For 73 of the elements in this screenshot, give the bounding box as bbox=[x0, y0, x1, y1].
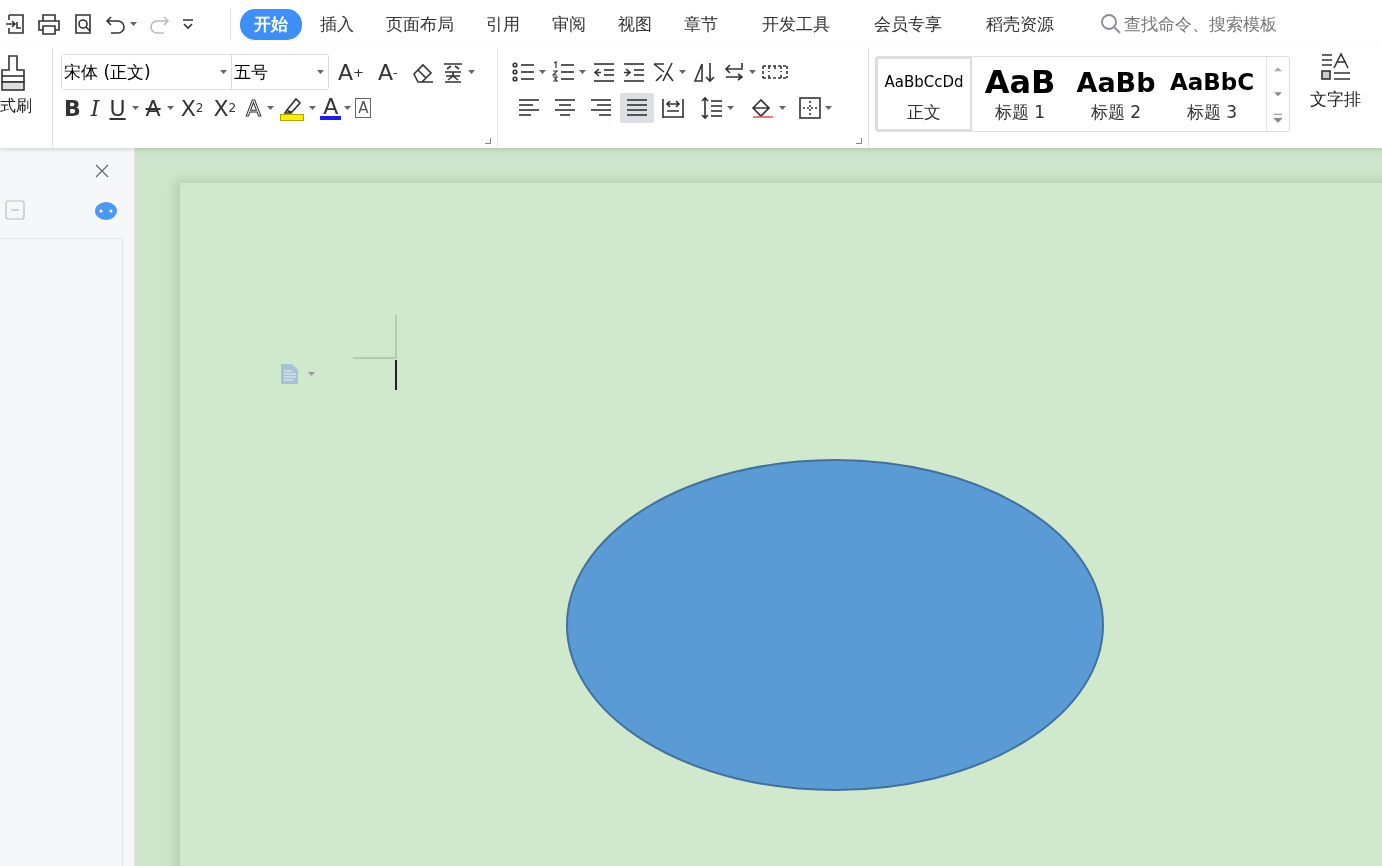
ribbon-tab[interactable]: 审阅 bbox=[538, 8, 600, 40]
caret-icon[interactable] bbox=[679, 70, 686, 74]
margin-corner-mark bbox=[353, 315, 398, 359]
increase-indent-icon[interactable] bbox=[622, 61, 646, 83]
undo-icon[interactable] bbox=[105, 14, 127, 34]
caret-icon[interactable] bbox=[317, 70, 324, 74]
center-align-icon bbox=[553, 97, 577, 119]
style-preset[interactable]: AaB 标题 1 bbox=[972, 57, 1068, 131]
numbered-list-icon[interactable] bbox=[552, 61, 576, 83]
caret-icon[interactable] bbox=[166, 106, 174, 110]
shrink-font-button[interactable]: A$^{-}$ bbox=[374, 57, 401, 87]
font-family-dropdown[interactable]: 宋体 (正文) bbox=[62, 55, 232, 89]
sort-icon[interactable] bbox=[692, 60, 716, 84]
bold-button[interactable]: B bbox=[61, 93, 84, 123]
border-button[interactable]: A bbox=[355, 98, 372, 118]
style-preset[interactable]: AaBbCcDd 正文 bbox=[876, 57, 972, 131]
caret-icon[interactable] bbox=[344, 106, 352, 110]
caret-icon[interactable] bbox=[749, 70, 756, 74]
print-icon[interactable] bbox=[37, 13, 61, 35]
grow-font-button[interactable]: A$^{+}$ bbox=[335, 57, 367, 87]
search-icon bbox=[1100, 13, 1122, 35]
caret-icon[interactable] bbox=[825, 106, 832, 110]
left-align-icon bbox=[517, 97, 541, 119]
paragraph-marks-icon[interactable] bbox=[722, 61, 746, 83]
table-grid-icon[interactable] bbox=[762, 64, 788, 80]
distributed-align-icon bbox=[661, 97, 685, 119]
color-button[interactable]: A bbox=[320, 96, 342, 120]
style-preset[interactable]: AaBb 标题 2 bbox=[1068, 57, 1164, 131]
text-layout-label[interactable]: 文字排 bbox=[1310, 88, 1361, 111]
style-preset[interactable]: AaBbC 标题 3 bbox=[1164, 57, 1260, 131]
ribbon-tab[interactable]: 页面布局 bbox=[372, 8, 468, 40]
chinese-layout-icon[interactable] bbox=[652, 61, 676, 83]
bullet-list-icon[interactable] bbox=[512, 61, 536, 83]
ribbon-tab[interactable]: 稻壳资源 bbox=[972, 8, 1068, 40]
strike-button[interactable]: A bbox=[142, 93, 164, 123]
caret-icon[interactable] bbox=[309, 106, 317, 110]
ribbon-tab[interactable]: 插入 bbox=[306, 8, 368, 40]
sup-button[interactable]: X$^{2}$ bbox=[177, 93, 207, 123]
caret-icon[interactable] bbox=[779, 106, 786, 110]
export-icon[interactable] bbox=[4, 13, 26, 35]
caret-icon[interactable] bbox=[267, 106, 275, 110]
font-size-dropdown[interactable]: 五号 bbox=[232, 55, 328, 89]
caret-icon[interactable] bbox=[220, 70, 227, 74]
caret-icon[interactable] bbox=[131, 106, 139, 110]
search-field[interactable]: 查找命令、搜索模板 bbox=[1124, 14, 1324, 34]
ribbon-tab[interactable]: 开发工具 bbox=[748, 8, 844, 40]
caret-icon[interactable] bbox=[727, 106, 734, 110]
ribbon-tab[interactable]: 会员专享 bbox=[860, 8, 956, 40]
shading-icon[interactable] bbox=[750, 97, 776, 119]
justify-align-icon bbox=[625, 97, 649, 119]
paintbrush-icon[interactable] bbox=[0, 54, 26, 92]
ribbon-tab[interactable]: 章节 bbox=[670, 8, 732, 40]
caret-icon[interactable] bbox=[539, 70, 546, 74]
format-painter-label[interactable]: 式刷 bbox=[0, 96, 32, 117]
customize-icon[interactable] bbox=[181, 17, 195, 31]
underline-button[interactable]: U bbox=[106, 93, 129, 123]
italic-button[interactable]: I bbox=[87, 93, 103, 123]
right-align-icon bbox=[589, 97, 613, 119]
caret-icon[interactable] bbox=[579, 70, 586, 74]
caret-icon[interactable] bbox=[130, 22, 137, 26]
text-cursor bbox=[395, 360, 397, 390]
align-justify-button[interactable] bbox=[620, 93, 654, 123]
line-spacing-icon[interactable] bbox=[700, 96, 724, 120]
eraser-icon[interactable] bbox=[410, 61, 435, 83]
close-icon[interactable] bbox=[95, 164, 109, 178]
decrease-indent-icon[interactable] bbox=[592, 61, 616, 83]
highlight-button[interactable] bbox=[278, 95, 307, 121]
ribbon-tab[interactable]: 视图 bbox=[604, 8, 666, 40]
borders-icon[interactable] bbox=[798, 96, 822, 120]
ribbon-tab[interactable]: 引用 bbox=[472, 8, 534, 40]
print-preview-icon[interactable] bbox=[72, 13, 94, 35]
caret-icon[interactable] bbox=[467, 70, 475, 74]
assistant-icon[interactable] bbox=[95, 202, 117, 220]
